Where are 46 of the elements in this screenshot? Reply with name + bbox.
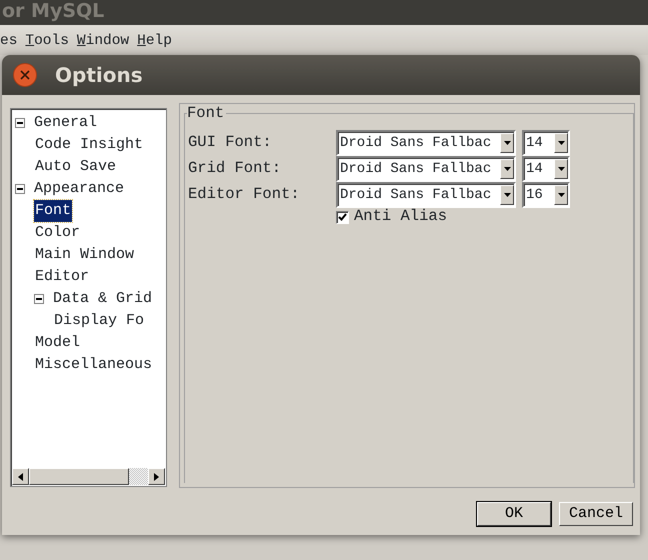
font-dropdown[interactable]: Droid Sans Fallbac [336,130,516,156]
tree-item[interactable]: Appearance [33,178,126,200]
tree-item[interactable]: Auto Save [34,156,118,178]
app-title: or MySQL [2,0,104,22]
scroll-left-icon[interactable] [18,472,23,480]
collapse-icon[interactable] [15,118,25,128]
tree-item[interactable]: Data & Grid [52,288,154,310]
field-label: Editor Font: [188,184,301,206]
field-label: Grid Font: [188,158,282,180]
dialog-title: Options [55,62,143,89]
checkbox[interactable] [336,210,349,224]
field-label: GUI Font: [188,132,273,154]
close-icon [20,70,30,80]
size-dropdown[interactable]: 14 [522,130,570,156]
font-dropdown[interactable]: Droid Sans Fallbac [336,156,516,182]
size-dropdown[interactable]: 14 [522,156,570,182]
collapse-icon[interactable] [34,294,44,304]
font-dropdown[interactable]: Droid Sans Fallbac [336,182,516,208]
tree-item[interactable]: Miscellaneous [34,354,154,376]
dialog-button[interactable]: Cancel [559,502,633,526]
dropdown-arrow-icon[interactable] [504,193,510,197]
scroll-thumb[interactable] [29,468,129,485]
horizontal-scrollbar[interactable] [12,468,165,485]
tree-item[interactable]: Display Fo [53,310,146,332]
tree-item[interactable]: General [33,112,98,134]
menu-item[interactable]: Window [76,31,130,55]
collapse-icon[interactable] [15,184,25,194]
menu-item[interactable]: Tools [25,31,69,55]
tree-item[interactable]: Main Window [34,244,136,266]
tree-item[interactable]: Font [34,200,72,222]
dropdown-arrow-icon[interactable] [558,141,564,145]
tree-item[interactable]: Color [34,222,82,244]
dropdown-arrow-icon[interactable] [504,141,510,145]
tree-item[interactable]: Code Insight [34,134,144,156]
menu-item[interactable]: Help [137,31,172,55]
size-dropdown[interactable]: 16 [522,182,570,208]
dropdown-arrow-icon[interactable] [558,167,564,171]
close-button[interactable] [13,63,37,87]
dropdown-arrow-icon[interactable] [558,193,564,197]
dropdown-arrow-icon[interactable] [504,167,510,171]
tree-item[interactable]: Model [34,332,82,354]
scroll-right-icon[interactable] [154,472,159,480]
tree-item[interactable]: Editor [34,266,90,288]
menu-item[interactable]: es [0,31,18,55]
dialog-button[interactable]: OK [477,502,551,526]
checkbox-label[interactable]: Anti Alias [354,205,448,229]
